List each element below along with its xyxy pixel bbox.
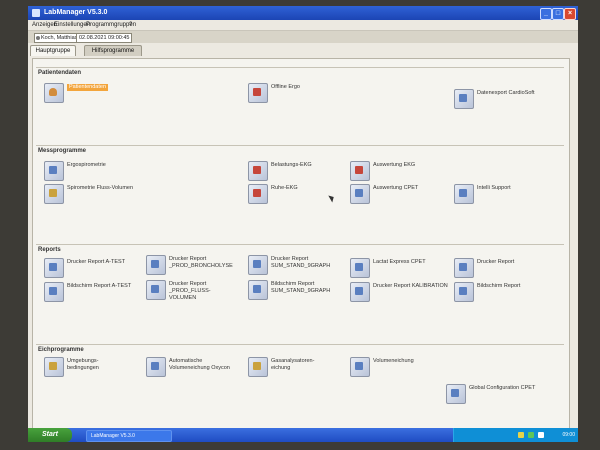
tools-icon xyxy=(446,384,466,404)
item-label: Drucker Report xyxy=(477,259,515,265)
item-label: Datenexport CardioSoft xyxy=(477,90,535,96)
start-button[interactable]: Start xyxy=(28,428,72,442)
item-label: Belastungs-EKG xyxy=(271,162,312,168)
item-label: Drucker Report KALIBRATION xyxy=(373,283,448,289)
item-label: Ruhe-EKG xyxy=(271,185,298,191)
window-title: LabManager V5.3.0 xyxy=(44,9,108,16)
item-label: Volumeneichung xyxy=(373,358,414,364)
printer-icon xyxy=(350,282,370,302)
system-tray: 09:00 xyxy=(453,428,578,442)
cpet-analysis-icon xyxy=(350,184,370,204)
minimize-button[interactable]: _ xyxy=(540,8,552,20)
app-screen: LabManager V5.3.0 _ □ × Anzeigen Einstel… xyxy=(28,6,578,442)
monitor-icon xyxy=(248,280,268,300)
close-button[interactable]: × xyxy=(564,8,576,20)
taskbar: Start LabManager V5.3.0 09:00 xyxy=(28,428,578,442)
gas-analyzer-icon xyxy=(248,357,268,377)
item-label: Drucker Report _PROD_BRONCHOLYSE xyxy=(169,256,233,269)
section-title: Eichprogramme xyxy=(38,347,84,353)
item-label: Bildschirm Report A-TEST xyxy=(67,283,132,289)
stress-ecg-icon xyxy=(248,161,268,181)
monitor-icon xyxy=(454,282,474,302)
support-icon xyxy=(454,184,474,204)
section-eichprogramme: Eichprogramme Umgebungs-bedingungen Auto… xyxy=(36,344,564,431)
item-label: Auswertung EKG xyxy=(373,162,416,168)
clock: 09:00 xyxy=(562,432,575,438)
taskbar-item-labmanager[interactable]: LabManager V5.3.0 xyxy=(86,430,172,442)
section-title: Reports xyxy=(38,247,61,253)
ambient-conditions-icon xyxy=(44,357,64,377)
menu-help[interactable]: ? xyxy=(129,20,132,30)
printer-icon xyxy=(146,255,166,275)
tray-icon[interactable] xyxy=(528,432,534,438)
menu-bar: Anzeigen Einstellungen Programmgruppen ? xyxy=(28,20,578,31)
section-messprogramme: Messprogramme Ergospirometrie Spirometri… xyxy=(36,145,564,242)
item-label: Auswertung CPET xyxy=(373,185,419,191)
volume-calibration-icon xyxy=(146,357,166,377)
item-label: Bildschirm Report xyxy=(477,283,521,289)
user-field: Koch, Matthias xyxy=(34,33,82,43)
item-label: Ergospirometrie xyxy=(67,162,106,168)
window-titlebar[interactable]: LabManager V5.3.0 _ □ × xyxy=(28,6,578,20)
section-reports: Reports Drucker Report A-TEST Bildschirm… xyxy=(36,244,564,341)
timestamp-field: 02.08.2021 09:00:45 xyxy=(76,33,132,43)
section-title: Messprogramme xyxy=(38,148,87,154)
item-label: Drucker Report A-TEST xyxy=(67,259,126,265)
spirometry-icon xyxy=(44,184,64,204)
printer-icon xyxy=(248,255,268,275)
item-label: Bildschirm Report SUM_STAND_9GRAPH xyxy=(271,281,331,294)
monitor-icon xyxy=(44,282,64,302)
export-icon xyxy=(454,89,474,109)
item-label: Gasanalysatoren-eichung xyxy=(271,358,315,371)
user-bar: Koch, Matthias 02.08.2021 09:00:45 xyxy=(28,31,578,43)
maximize-button[interactable]: □ xyxy=(552,8,564,20)
item-label: Intelli Support xyxy=(477,185,511,191)
ecg-analysis-icon xyxy=(350,161,370,181)
item-label: Automatische Volumeneichung Oxycon xyxy=(169,358,230,371)
tab-hauptgruppe[interactable]: Hauptgruppe xyxy=(30,45,76,56)
app-icon xyxy=(32,9,40,17)
printer-icon xyxy=(454,258,474,278)
item-label: Patientendaten xyxy=(67,84,109,91)
ergospirometry-icon xyxy=(44,161,64,181)
tray-icon[interactable] xyxy=(518,432,524,438)
volume-calibration-icon xyxy=(350,357,370,377)
printer-icon xyxy=(44,258,64,278)
item-label: Lactat Express CPET xyxy=(373,259,426,265)
item-label: Global Configuration CPET xyxy=(469,385,536,391)
item-label: Drucker Report SUM_STAND_9GRAPH xyxy=(271,256,331,269)
item-label: Offline Ergo xyxy=(271,84,300,90)
menu-einstellungen[interactable]: Einstellungen xyxy=(54,20,90,30)
tray-icon[interactable] xyxy=(538,432,544,438)
patients-icon xyxy=(44,83,64,103)
rest-ecg-icon xyxy=(248,184,268,204)
tab-bar: Hauptgruppe Hilfsprogramme xyxy=(28,44,578,56)
tab-hilfsprogramme[interactable]: Hilfsprogramme xyxy=(84,45,142,56)
user-name: Koch, Matthias xyxy=(41,35,78,41)
ergo-icon xyxy=(248,83,268,103)
section-title: Patientendaten xyxy=(38,70,82,76)
item-label: Spirometrie Fluss-Volumen xyxy=(67,185,134,191)
item-label: Umgebungs-bedingungen xyxy=(67,358,99,371)
item-label: Drucker Report _PROD_FLUSS-VOLUMEN xyxy=(169,281,211,301)
printer-icon xyxy=(146,280,166,300)
section-patientendaten: Patientendaten Patientendaten Offline Er… xyxy=(36,67,564,144)
main-panel: Patientendaten Patientendaten Offline Er… xyxy=(32,58,570,432)
lactate-icon xyxy=(350,258,370,278)
user-icon xyxy=(36,36,40,40)
